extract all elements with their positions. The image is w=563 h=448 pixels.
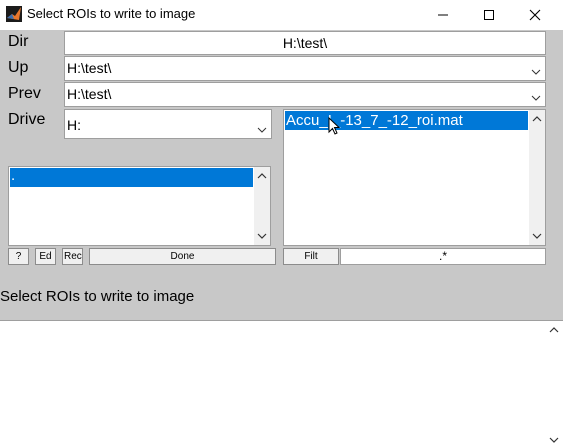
scroll-down-icon[interactable] bbox=[549, 436, 559, 444]
file-list-item-label: Accu_I_-13_7_-12_roi.mat bbox=[286, 112, 463, 129]
drive-label: Drive bbox=[8, 111, 46, 128]
help-button[interactable]: ? bbox=[8, 248, 29, 265]
directory-list-item-label: . bbox=[11, 167, 16, 184]
maximize-icon bbox=[483, 9, 495, 21]
filter-input[interactable]: .* bbox=[340, 248, 546, 265]
prev-dropdown[interactable]: H:\test\ bbox=[64, 82, 546, 107]
scroll-up-icon[interactable] bbox=[257, 172, 267, 180]
prev-label: Prev bbox=[8, 85, 41, 102]
file-list-scrollbar[interactable] bbox=[529, 110, 545, 245]
chevron-down-icon bbox=[257, 121, 267, 133]
up-dropdown[interactable]: H:\test\ bbox=[64, 56, 546, 81]
status-text: Select ROIs to write to image bbox=[0, 288, 195, 305]
file-listbox[interactable]: Accu_I_-13_7_-12_roi.mat bbox=[283, 109, 546, 246]
dir-label: Dir bbox=[8, 33, 29, 50]
drive-dropdown-value: H: bbox=[67, 117, 81, 133]
matlab-icon bbox=[6, 6, 22, 22]
file-list-item[interactable]: Accu_I_-13_7_-12_roi.mat bbox=[285, 111, 528, 130]
dir-field-value: H:\test\ bbox=[282, 35, 328, 51]
filter-button[interactable]: Filt bbox=[283, 248, 339, 265]
up-label: Up bbox=[8, 59, 29, 76]
message-scrollbar[interactable] bbox=[545, 321, 563, 448]
close-button[interactable] bbox=[512, 0, 558, 30]
scroll-up-icon[interactable] bbox=[532, 115, 542, 123]
scroll-up-icon[interactable] bbox=[549, 326, 559, 334]
dir-field[interactable]: H:\test\ bbox=[64, 31, 546, 55]
rec-button[interactable]: Rec bbox=[62, 248, 83, 265]
minimize-button[interactable] bbox=[420, 0, 466, 30]
edit-button[interactable]: Ed bbox=[35, 248, 56, 265]
maximize-button[interactable] bbox=[466, 0, 512, 30]
title-bar: Select ROIs to write to image bbox=[0, 0, 563, 30]
chevron-down-icon bbox=[531, 63, 541, 75]
mouse-cursor-icon bbox=[328, 116, 341, 136]
chevron-down-icon bbox=[531, 89, 541, 101]
filter-input-value: .* bbox=[438, 249, 447, 263]
directory-list-item[interactable]: . bbox=[10, 168, 253, 187]
directory-listbox[interactable]: . bbox=[8, 166, 271, 246]
up-dropdown-value: H:\test\ bbox=[67, 60, 112, 76]
drive-dropdown[interactable]: H: bbox=[64, 109, 272, 139]
message-area[interactable] bbox=[0, 320, 563, 448]
scroll-down-icon[interactable] bbox=[257, 232, 267, 240]
prev-dropdown-value: H:\test\ bbox=[67, 86, 112, 102]
minimize-icon bbox=[437, 9, 449, 21]
directory-list-scrollbar[interactable] bbox=[254, 167, 270, 245]
done-button[interactable]: Done bbox=[89, 248, 276, 265]
close-icon bbox=[529, 9, 541, 21]
scroll-down-icon[interactable] bbox=[532, 232, 542, 240]
window-title: Select ROIs to write to image bbox=[27, 6, 196, 21]
